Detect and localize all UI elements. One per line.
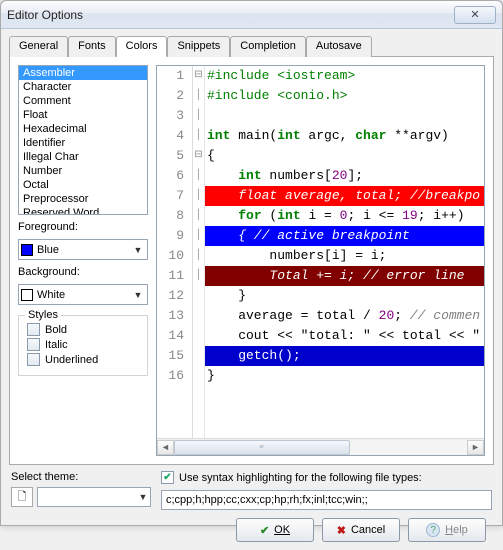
styles-group: Styles BoldItalicUnderlined: [18, 315, 148, 376]
list-item[interactable]: Octal: [19, 178, 147, 192]
close-button[interactable]: ✕: [454, 6, 496, 24]
scroll-track[interactable]: ≡: [174, 440, 467, 455]
list-item[interactable]: Assembler: [19, 66, 147, 80]
checkbox-icon: [27, 353, 40, 366]
background-combo[interactable]: White ▼: [18, 284, 148, 305]
foreground-swatch: [21, 244, 33, 256]
list-item[interactable]: Comment: [19, 94, 147, 108]
scroll-thumb[interactable]: ≡: [174, 440, 350, 455]
theme-icon[interactable]: 🗋: [11, 487, 33, 507]
theme-label: Select theme:: [11, 471, 151, 483]
list-item[interactable]: Illegal Char: [19, 150, 147, 164]
cancel-button[interactable]: ✖Cancel: [322, 518, 400, 542]
cross-icon: ✖: [337, 524, 346, 537]
foreground-combo[interactable]: Blue ▼: [18, 239, 148, 260]
scroll-left-arrow[interactable]: ◄: [157, 440, 174, 455]
foreground-label: Foreground:: [18, 221, 148, 233]
list-item[interactable]: Number: [19, 164, 147, 178]
help-icon: ?: [426, 523, 440, 537]
tab-autosave[interactable]: Autosave: [306, 36, 372, 57]
foreground-value: Blue: [37, 244, 131, 256]
chevron-down-icon: ▼: [131, 245, 145, 255]
tab-fonts[interactable]: Fonts: [68, 36, 116, 57]
check-icon: ✔: [260, 524, 269, 537]
tab-snippets[interactable]: Snippets: [167, 36, 230, 57]
scroll-right-arrow[interactable]: ►: [467, 440, 484, 455]
ok-button[interactable]: ✔OK: [236, 518, 314, 542]
checkbox-icon: [27, 338, 40, 351]
tab-completion[interactable]: Completion: [230, 36, 306, 57]
help-button[interactable]: ?Help: [408, 518, 486, 542]
color-category-list[interactable]: AssemblerCharacterCommentFloatHexadecima…: [18, 65, 148, 215]
syntax-highlight-label: Use syntax highlighting for the followin…: [179, 472, 422, 484]
code-preview: 12345678910111213141516 ⊟│││⊟││││││ #inc…: [156, 65, 485, 456]
tab-colors[interactable]: Colors: [116, 36, 168, 57]
tab-strip: GeneralFontsColorsSnippetsCompletionAuto…: [9, 35, 494, 57]
list-item[interactable]: Preprocessor: [19, 192, 147, 206]
filetypes-input[interactable]: c;cpp;h;hpp;cc;cxx;cp;hp;rh;fx;inl;tcc;w…: [161, 490, 492, 510]
checkbox-icon: [27, 323, 40, 336]
tab-panel-colors: AssemblerCharacterCommentFloatHexadecima…: [9, 57, 494, 465]
tab-general[interactable]: General: [9, 36, 68, 57]
fold-gutter[interactable]: ⊟│││⊟││││││: [193, 66, 205, 438]
background-label: Background:: [18, 266, 148, 278]
list-item[interactable]: Reserved Word: [19, 206, 147, 215]
window-title: Editor Options: [7, 8, 83, 22]
background-value: White: [37, 289, 131, 301]
syntax-highlight-checkbox[interactable]: ✔ Use syntax highlighting for the follow…: [161, 471, 492, 484]
line-gutter: 12345678910111213141516: [157, 66, 193, 438]
styles-label: Styles: [25, 309, 61, 321]
chevron-down-icon: ▼: [136, 492, 150, 502]
list-item[interactable]: Identifier: [19, 136, 147, 150]
style-checkbox-underlined[interactable]: Underlined: [27, 352, 139, 367]
theme-combo[interactable]: ▼: [37, 487, 151, 507]
horizontal-scrollbar[interactable]: ◄ ≡ ►: [157, 438, 484, 455]
titlebar: Editor Options ✕: [1, 1, 502, 29]
style-checkbox-bold[interactable]: Bold: [27, 322, 139, 337]
list-item[interactable]: Float: [19, 108, 147, 122]
code-lines: #include <iostream>#include <conio.h>int…: [205, 66, 484, 438]
style-checkbox-italic[interactable]: Italic: [27, 337, 139, 352]
list-item[interactable]: Hexadecimal: [19, 122, 147, 136]
list-item[interactable]: Character: [19, 80, 147, 94]
chevron-down-icon: ▼: [131, 290, 145, 300]
checkbox-icon: ✔: [161, 471, 174, 484]
editor-options-window: Editor Options ✕ GeneralFontsColorsSnipp…: [0, 0, 503, 526]
background-swatch: [21, 289, 33, 301]
